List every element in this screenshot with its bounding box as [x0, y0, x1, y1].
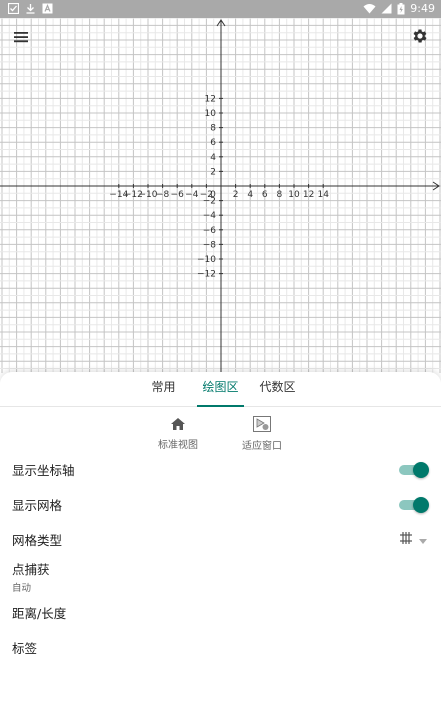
- show-axes-toggle[interactable]: [399, 462, 429, 478]
- y-tick-label: 12: [205, 94, 216, 104]
- standard-view-label: 标准视图: [158, 440, 198, 451]
- show-grid-row[interactable]: 显示网格: [0, 487, 441, 522]
- y-tick-label: 4: [210, 153, 216, 163]
- labeling-label: 标签: [12, 641, 38, 656]
- show-grid-toggle[interactable]: [399, 497, 429, 513]
- tab-basic[interactable]: 常用: [140, 378, 187, 406]
- x-tick-label: 12: [303, 190, 314, 200]
- x-tick-label: −4: [185, 190, 199, 200]
- coordinate-grid[interactable]: −14−12−10−8 −6 −4 −20 2 4 6 8 10 12 1412108642−2−4…: [0, 18, 441, 373]
- point-capture-row[interactable]: 点捕获 自动: [0, 557, 441, 595]
- status-bar: 9:49: [0, 0, 441, 18]
- x-tick-label: 2: [233, 190, 239, 200]
- graphics-view[interactable]: −14 −12 −10 −8 −6 −4 −2 0 2 4 6 8 10 12 14 12 10 8 6 4 2 −2 −4…: [0, 18, 441, 373]
- home-icon: [170, 416, 186, 435]
- distance-label: 距离/长度: [12, 606, 67, 621]
- y-tick-label: 2: [210, 167, 216, 177]
- grid-type-dropdown[interactable]: [399, 531, 427, 548]
- x-tick-label: −6: [171, 190, 185, 200]
- gear-icon: [411, 27, 429, 49]
- y-tick-label: 6: [210, 138, 216, 148]
- view-actions: 标准视图 适应窗口: [0, 416, 441, 452]
- y-tick-label: −4: [203, 211, 217, 221]
- tab-bar: 常用 绘图区 代数区: [0, 372, 441, 407]
- x-tick-label: 6: [262, 190, 268, 200]
- wifi-icon: [363, 3, 376, 14]
- x-tick-label: −8: [156, 190, 170, 200]
- x-tick-label: 8: [277, 190, 283, 200]
- distance-row[interactable]: 距离/长度: [0, 595, 441, 630]
- y-tick-label: 8: [210, 124, 216, 134]
- download-icon: [25, 3, 36, 14]
- battery-icon: [397, 2, 405, 15]
- point-capture-value: 自动: [12, 582, 32, 594]
- y-tick-label: 10: [205, 109, 217, 119]
- menu-button[interactable]: [7, 24, 35, 52]
- fit-window-label: 适应窗口: [242, 441, 282, 452]
- status-time: 9:49: [410, 2, 435, 15]
- show-grid-label: 显示网格: [12, 498, 63, 513]
- x-tick-label: 10: [288, 190, 300, 200]
- y-tick-label: −8: [203, 240, 217, 250]
- labeling-row[interactable]: 标签: [0, 630, 441, 665]
- app-notification-icon: [42, 3, 53, 14]
- standard-view-button[interactable]: 标准视图: [148, 416, 208, 451]
- settings-panel: 常用 绘图区 代数区 标准视图 适应窗口 显示坐标轴 显示网格 网格类型 点捕获…: [0, 372, 441, 701]
- hamburger-menu-icon: [13, 29, 29, 48]
- notification-check-icon: [8, 3, 19, 14]
- fit-window-icon: [253, 416, 271, 436]
- fit-window-button[interactable]: 适应窗口: [232, 416, 292, 452]
- tab-graphics[interactable]: 绘图区: [197, 378, 244, 407]
- grid-type-icon: [399, 531, 413, 548]
- grid-type-row[interactable]: 网格类型: [0, 522, 441, 557]
- point-capture-label: 点捕获: [12, 561, 50, 577]
- y-tick-label: −2: [203, 197, 216, 207]
- y-tick-label: −6: [203, 226, 217, 236]
- show-axes-row[interactable]: 显示坐标轴: [0, 452, 441, 487]
- settings-list: 显示坐标轴 显示网格 网格类型 点捕获 自动 距离/长度 标签: [0, 452, 441, 665]
- y-tick-label: −10: [197, 255, 216, 265]
- grid-type-label: 网格类型: [12, 533, 63, 548]
- tab-algebra[interactable]: 代数区: [254, 378, 301, 406]
- dropdown-arrow-icon: [419, 532, 427, 547]
- x-tick-label: 14: [317, 190, 329, 200]
- settings-button[interactable]: [406, 24, 434, 52]
- x-tick-label: −10: [139, 190, 158, 200]
- show-axes-label: 显示坐标轴: [12, 463, 75, 478]
- x-tick-label: 4: [247, 190, 253, 200]
- y-tick-label: −12: [197, 270, 216, 280]
- signal-icon: [381, 3, 392, 14]
